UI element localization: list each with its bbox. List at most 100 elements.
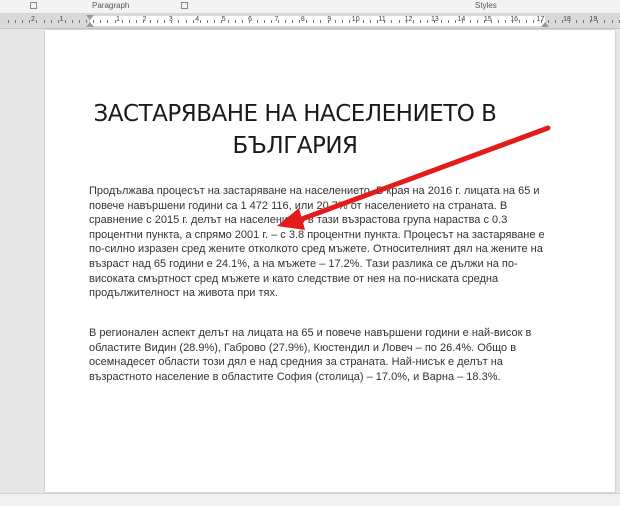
ruler-tick — [29, 20, 31, 23]
horizontal-ruler[interactable]: 2112345678910111213141516171819 — [0, 14, 620, 29]
ribbon-group-labels: Paragraph Styles — [0, 0, 620, 14]
ruler-tick — [419, 20, 421, 23]
ruler-tick — [469, 20, 471, 23]
ruler-tick — [455, 20, 457, 23]
document-title: ЗАСТАРЯВАНЕ НА НАСЕЛЕНИЕТО В БЪЛГАРИЯ — [93, 101, 497, 159]
ruler-tick — [519, 20, 521, 23]
right-indent-marker[interactable] — [541, 22, 549, 27]
ruler-tick — [213, 20, 215, 23]
ruler-tick — [348, 20, 350, 23]
ruler-tick — [206, 20, 208, 23]
ruler-tick — [576, 20, 577, 23]
ruler-tick — [100, 20, 102, 23]
ruler-tick — [434, 20, 435, 23]
ruler-tick — [554, 20, 556, 23]
ruler-tick — [405, 20, 407, 23]
ruler-tick — [263, 20, 265, 23]
ruler-tick — [377, 20, 379, 23]
ruler-tick — [135, 20, 137, 23]
ruler-tick — [270, 20, 272, 23]
ruler-tick — [8, 20, 9, 23]
ruler-tick — [604, 20, 606, 23]
ruler-number: 14 — [457, 16, 466, 23]
ruler-tick — [355, 20, 357, 23]
ruler-tick — [249, 20, 251, 23]
ruler-tick — [221, 20, 222, 23]
ruler-tick — [57, 20, 59, 23]
left-indent-marker[interactable] — [86, 22, 94, 27]
ruler-tick — [597, 20, 599, 23]
ruler-tick — [178, 20, 180, 23]
bottom-scroll-strip — [0, 493, 620, 506]
ruler-tick — [370, 20, 372, 23]
ruler-tick — [341, 20, 343, 23]
document-page[interactable]: ЗАСТАРЯВАНЕ НА НАСЕЛЕНИЕТО В БЪЛГАРИЯ Пр… — [45, 30, 615, 492]
ruler-tick — [22, 20, 24, 23]
ruler-tick — [284, 20, 286, 23]
ruler-tick — [150, 20, 151, 23]
ruler-tick — [79, 20, 80, 23]
ruler-tick — [256, 20, 258, 23]
ruler-tick — [71, 20, 73, 23]
ruler-tick — [277, 20, 279, 23]
ruler-tick — [235, 20, 237, 23]
ruler-tick — [327, 20, 329, 23]
ruler-tick — [142, 20, 144, 23]
ruler-tick — [334, 20, 336, 23]
ruler-tick — [533, 20, 535, 23]
ruler-tick — [476, 20, 478, 23]
ruler-tick — [185, 20, 187, 23]
first-line-indent-marker[interactable] — [86, 15, 94, 20]
ruler-tick — [64, 20, 66, 23]
ruler-tick — [526, 20, 528, 23]
ruler-tick — [497, 20, 499, 23]
paragraph-group-label: Paragraph — [92, 1, 130, 10]
ruler-number: 9 — [327, 16, 332, 23]
ruler-tick — [313, 20, 315, 23]
paragraph-regional: В регионален аспект делът на лицата на 6… — [89, 327, 532, 383]
ruler-tick — [618, 20, 620, 23]
ruler-tick — [590, 20, 592, 23]
ruler-tick — [490, 20, 492, 23]
ruler-number: 2 — [142, 16, 147, 23]
ruler-tick — [43, 20, 45, 23]
ruler-tick — [299, 20, 301, 23]
styles-group-label: Styles — [475, 1, 497, 10]
ruler-tick — [384, 20, 386, 23]
ruler-tick — [611, 20, 613, 23]
ruler-tick — [199, 20, 201, 23]
ruler-tick — [292, 20, 293, 23]
ruler-tick — [114, 20, 116, 23]
ruler-tick — [426, 20, 428, 23]
ruler-tick — [398, 20, 400, 23]
ruler-tick — [583, 20, 585, 23]
paragraph-aging: Продължава процесът на застаряване на на… — [89, 185, 545, 300]
ruler-tick — [50, 20, 52, 23]
ruler-tick — [107, 20, 109, 23]
ruler-tick — [157, 20, 159, 23]
ruler-tick — [121, 20, 123, 23]
ruler-tick — [412, 20, 414, 23]
ruler-tick — [128, 20, 130, 23]
ruler-tick — [242, 20, 244, 23]
ruler-tick — [192, 20, 194, 23]
ruler-tick — [171, 20, 173, 23]
ruler-number: 18 — [563, 16, 571, 23]
ruler-tick — [568, 20, 570, 23]
ruler-tick — [512, 20, 514, 23]
ruler-tick — [320, 20, 322, 23]
ruler-tick — [363, 20, 364, 23]
ruler-number: 7 — [274, 16, 279, 23]
ruler-tick — [36, 20, 38, 23]
ruler-tick — [164, 20, 166, 23]
ruler-tick — [228, 20, 230, 23]
ruler-tick — [391, 20, 393, 23]
ruler-tick — [505, 20, 506, 23]
ruler-tick — [561, 20, 563, 23]
ruler-tick — [15, 20, 17, 23]
ruler-tick — [306, 20, 308, 23]
ruler-tick — [483, 20, 485, 23]
ruler-tick — [441, 20, 443, 23]
ruler-tick — [448, 20, 450, 23]
ruler-tick — [462, 20, 464, 23]
